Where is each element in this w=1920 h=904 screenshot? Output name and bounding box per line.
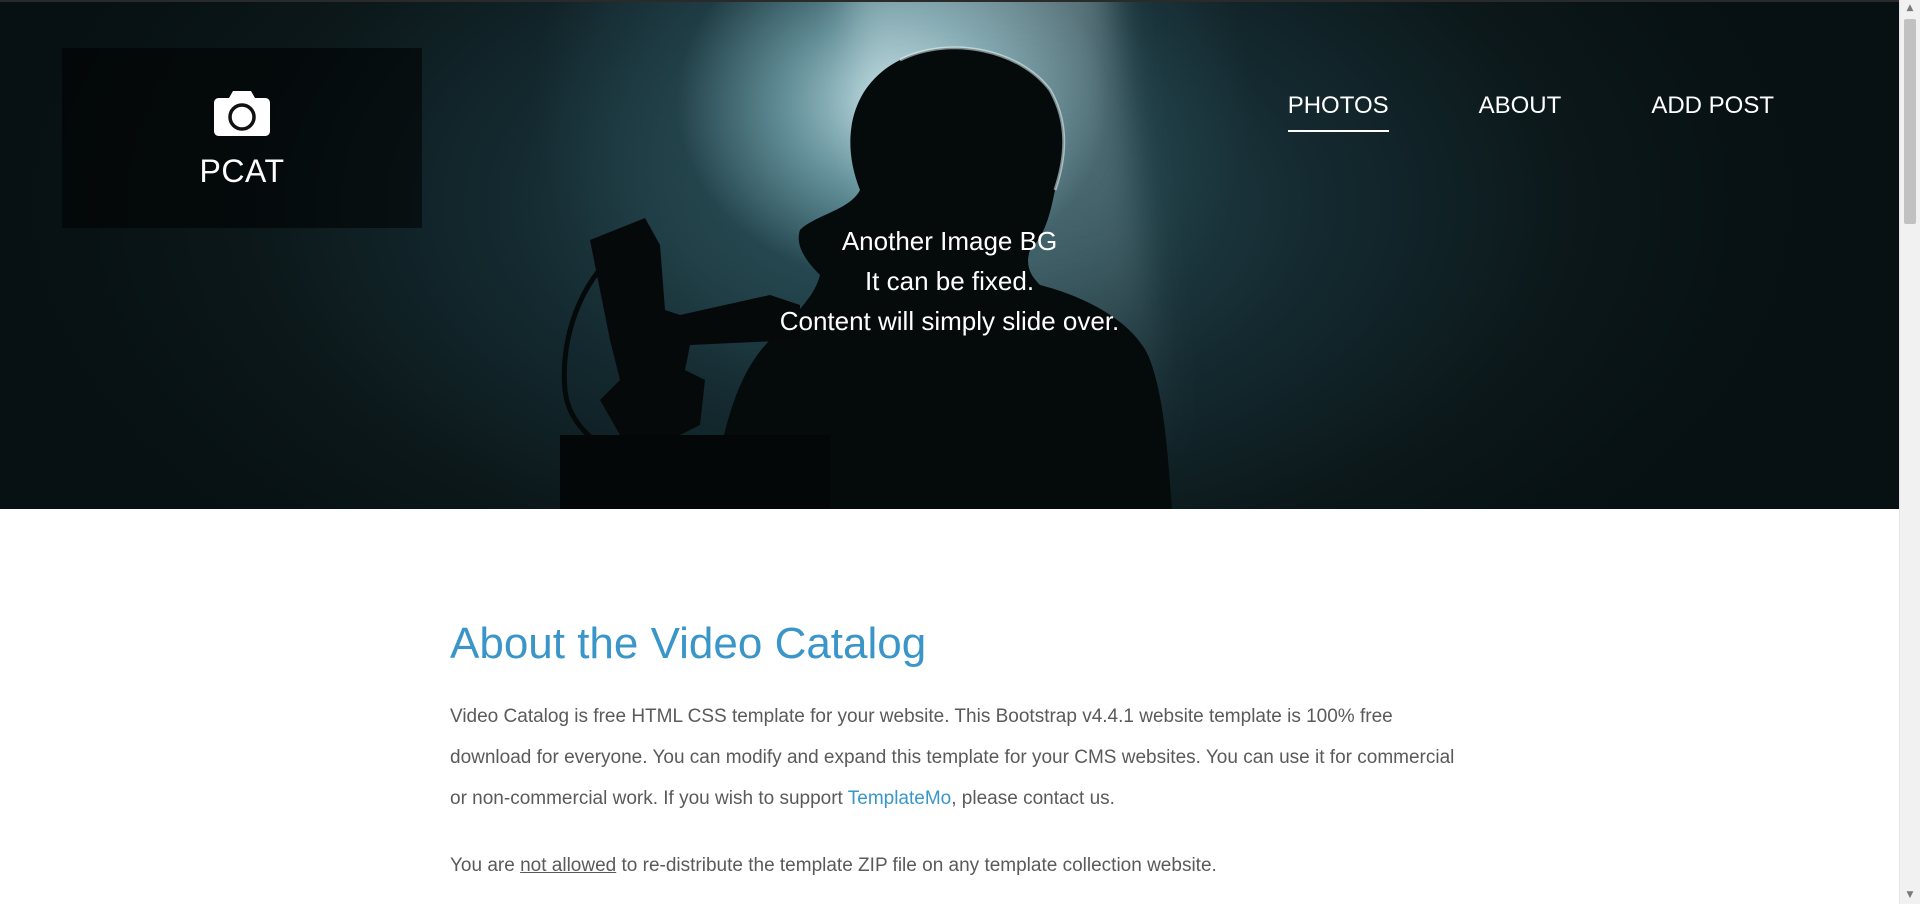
top-border <box>0 0 1899 2</box>
scroll-up-arrow-icon[interactable]: ▲ <box>1900 0 1920 17</box>
notice-paragraph: You are not allowed to re-distribute the… <box>450 845 1460 886</box>
about-section: About the Video Catalog Video Catalog is… <box>450 614 1460 886</box>
hero-line-3: Content will simply slide over. <box>779 306 1120 336</box>
section-title: About the Video Catalog <box>450 619 927 668</box>
logo[interactable]: PCAT <box>62 48 422 228</box>
nav-about[interactable]: ABOUT <box>1479 92 1562 132</box>
hero-caption: Another Image BG It can be fixed. Conten… <box>0 221 1899 341</box>
scrollbar-thumb[interactable] <box>1904 19 1916 224</box>
hero-line-2: It can be fixed. <box>864 266 1035 296</box>
templatemo-link[interactable]: TemplateMo <box>848 788 952 809</box>
main-nav: PHOTOS ABOUT ADD POST <box>1287 92 1774 132</box>
hero-line-1: Another Image BG <box>841 226 1058 256</box>
notice-suffix: to re-distribute the template ZIP file o… <box>616 855 1217 876</box>
page: PCAT PHOTOS ABOUT ADD POST Another Image… <box>0 0 1920 904</box>
notice-emphasis: not allowed <box>520 855 617 876</box>
scroll-down-arrow-icon[interactable]: ▼ <box>1900 887 1920 904</box>
nav-add-post[interactable]: ADD POST <box>1651 92 1774 132</box>
description-paragraph: Video Catalog is free HTML CSS template … <box>450 696 1460 819</box>
logo-text: PCAT <box>199 152 285 189</box>
nav-photos[interactable]: PHOTOS <box>1287 92 1389 132</box>
notice-prefix: You are <box>450 855 521 876</box>
hero-banner: PCAT PHOTOS ABOUT ADD POST Another Image… <box>0 0 1899 509</box>
paragraph-text-end: , please contact us. <box>951 788 1115 809</box>
camera-icon <box>214 90 270 136</box>
vertical-scrollbar[interactable]: ▲ ▼ <box>1899 0 1920 904</box>
